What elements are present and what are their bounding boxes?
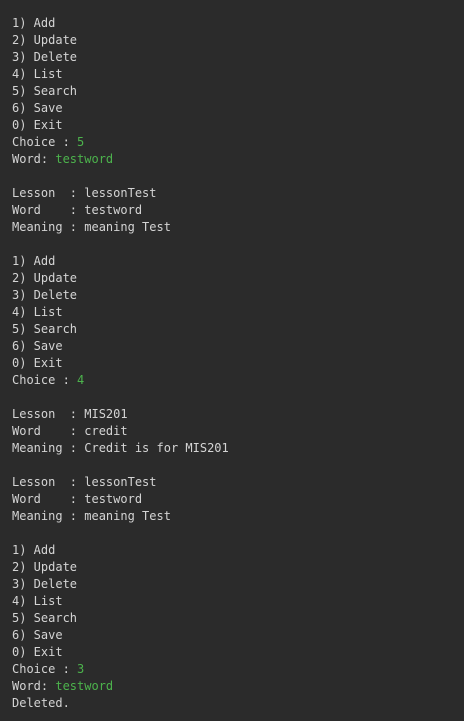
console-line: 1) Add xyxy=(12,253,452,270)
console-line-text: Meaning : meaning Test xyxy=(12,509,171,523)
console-line: 5) Search xyxy=(12,321,452,338)
console-line-text: Word: xyxy=(12,152,56,166)
console-line-text: Word : testword xyxy=(12,492,143,506)
console-line: 0) Exit xyxy=(12,644,452,661)
console-line: 6) Save xyxy=(12,100,452,117)
console-line: Word : testword xyxy=(12,491,452,508)
console-line: Meaning : meaning Test xyxy=(12,219,452,236)
console-line-text: 5) Search xyxy=(12,611,78,625)
console-line-text: Deleted. xyxy=(12,696,70,710)
console-line: Choice : 4 xyxy=(12,372,452,389)
console-line-text: 4) List xyxy=(12,594,63,608)
console-line-text: 1) Add xyxy=(12,16,56,30)
console-line-text: Word : credit xyxy=(12,424,128,438)
console-line: 0) Exit xyxy=(12,117,452,134)
console-line: Lesson : lessonTest xyxy=(12,185,452,202)
console-line: 4) List xyxy=(12,66,452,83)
console-line-text: 2) Update xyxy=(12,560,78,574)
console-line-text: 2) Update xyxy=(12,33,78,47)
console-line-text: 3) Delete xyxy=(12,288,78,302)
console-line-text: 4) List xyxy=(12,67,63,81)
console-line: 2) Update xyxy=(12,32,452,49)
console-line: Word : credit xyxy=(12,423,452,440)
console-line: 5) Search xyxy=(12,83,452,100)
console-user-input: 3 xyxy=(77,662,85,676)
console-line-text: Word: xyxy=(12,679,56,693)
console-line-text: 5) Search xyxy=(12,84,78,98)
console-line-text: 1) Add xyxy=(12,254,56,268)
console-line: Meaning : Credit is for MIS201 xyxy=(12,440,452,457)
console-line-text: Meaning : meaning Test xyxy=(12,220,171,234)
console-line: 0) Exit xyxy=(12,355,452,372)
console-line: 5) Search xyxy=(12,610,452,627)
console-line: Lesson : lessonTest xyxy=(12,474,452,491)
console-line: Deleted. xyxy=(12,695,452,712)
console-line-text: Choice : xyxy=(12,373,78,387)
console-line: 3) Delete xyxy=(12,576,452,593)
console-line-text: Choice : xyxy=(12,662,78,676)
console-line-text: 1) Add xyxy=(12,543,56,557)
console-user-input: testword xyxy=(55,152,114,166)
console-line: Choice : 3 xyxy=(12,661,452,678)
console-line: Choice : 5 xyxy=(12,134,452,151)
console-line-text: Choice : xyxy=(12,135,78,149)
console-line-text: 3) Delete xyxy=(12,577,78,591)
console-line: 3) Delete xyxy=(12,49,452,66)
console-line-text: 2) Update xyxy=(12,271,78,285)
console-line-text: 6) Save xyxy=(12,101,63,115)
console-line-text: Lesson : lessonTest xyxy=(12,186,157,200)
console-line-text: Lesson : lessonTest xyxy=(12,475,157,489)
console-line-text: 0) Exit xyxy=(12,645,63,659)
console-line-text: 0) Exit xyxy=(12,118,63,132)
console-line-text: Word : testword xyxy=(12,203,143,217)
console-line: 6) Save xyxy=(12,338,452,355)
console-line-text: Meaning : Credit is for MIS201 xyxy=(12,441,229,455)
console-line: Word: testword xyxy=(12,678,452,695)
console-line-text: 6) Save xyxy=(12,628,63,642)
console-line: Word : testword xyxy=(12,202,452,219)
console-line: Word: testword xyxy=(12,151,452,168)
console-line: 2) Update xyxy=(12,559,452,576)
console-output[interactable]: 1) Add 2) Update 3) Delete 4) List 5) Search… xyxy=(0,0,464,721)
console-line: 1) Add xyxy=(12,15,452,32)
console-line: Meaning : meaning Test xyxy=(12,508,452,525)
console-user-input: testword xyxy=(55,679,114,693)
console-line: Lesson : MIS201 xyxy=(12,406,452,423)
console-line-text: 6) Save xyxy=(12,339,63,353)
console-line-text: Lesson : MIS201 xyxy=(12,407,128,421)
console-line-text: 4) List xyxy=(12,305,63,319)
console-line: 4) List xyxy=(12,593,452,610)
console-user-input: 5 xyxy=(77,135,85,149)
console-line: 4) List xyxy=(12,304,452,321)
console-line: 2) Update xyxy=(12,270,452,287)
console-line: 6) Save xyxy=(12,627,452,644)
console-line-text: 5) Search xyxy=(12,322,78,336)
console-user-input: 4 xyxy=(77,373,85,387)
console-line-text: 0) Exit xyxy=(12,356,63,370)
console-line: 1) Add xyxy=(12,542,452,559)
console-line: 3) Delete xyxy=(12,287,452,304)
console-line-text: 3) Delete xyxy=(12,50,78,64)
